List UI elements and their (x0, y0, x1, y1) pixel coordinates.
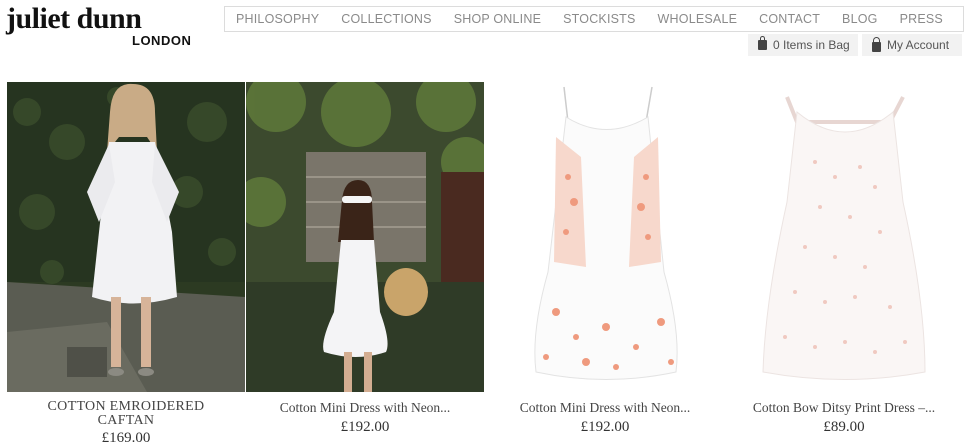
lock-icon (872, 37, 881, 52)
product-card[interactable]: Cotton Mini Dress with Neon... £192.00 (486, 82, 724, 448)
nav-wholesale[interactable]: WHOLESALE (647, 12, 749, 26)
my-account-link[interactable]: My Account (862, 34, 962, 56)
product-image[interactable] (246, 82, 484, 392)
nav-stockists[interactable]: STOCKISTS (552, 12, 646, 26)
product-price: £89.00 (823, 419, 865, 435)
main-navigation: PHILOSOPHY COLLECTIONS SHOP ONLINE STOCK… (224, 6, 964, 32)
nav-contact[interactable]: CONTACT (748, 12, 831, 26)
brand-location: LONDON (132, 33, 192, 48)
nav-press[interactable]: PRESS (889, 12, 954, 26)
product-price: £192.00 (340, 419, 390, 435)
nav-shop-online[interactable]: SHOP ONLINE (443, 12, 552, 26)
bag-icon (758, 36, 767, 50)
product-name[interactable]: Cotton Bow Ditsy Print Dress –... (725, 400, 963, 415)
account-label: My Account (887, 38, 950, 52)
product-name[interactable]: Cotton Mini Dress with Neon... (486, 400, 724, 415)
product-price: £192.00 (580, 419, 630, 435)
product-card[interactable]: COTTON EMROIDERED CAFTAN £169.00 (7, 82, 245, 448)
brand-name: juliet dunn (6, 2, 142, 35)
product-name[interactable]: Cotton Mini Dress with Neon... (246, 400, 484, 415)
product-name[interactable]: COTTON EMROIDERED CAFTAN (7, 400, 245, 428)
shopping-bag-link[interactable]: 0 Items in Bag (748, 34, 858, 56)
nav-collections[interactable]: COLLECTIONS (330, 12, 442, 26)
product-image[interactable] (7, 82, 245, 392)
product-price: £169.00 (101, 430, 151, 446)
brand-logo[interactable]: juliet dunn LONDON (6, 2, 206, 52)
nav-philosophy[interactable]: PHILOSOPHY (225, 12, 330, 26)
product-card[interactable]: Cotton Mini Dress with Neon... £192.00 (246, 82, 484, 448)
product-image[interactable] (725, 82, 963, 392)
product-card[interactable]: Cotton Bow Ditsy Print Dress –... £89.00 (725, 82, 963, 448)
product-image[interactable] (486, 82, 724, 392)
bag-count-label: 0 Items in Bag (773, 38, 850, 52)
nav-blog[interactable]: BLOG (831, 12, 889, 26)
